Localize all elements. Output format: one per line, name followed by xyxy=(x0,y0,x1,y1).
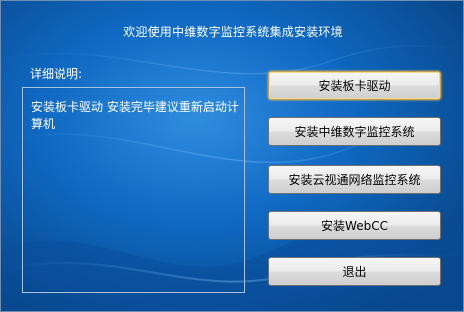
install-webcc-button[interactable]: 安装WebCC xyxy=(268,211,441,240)
details-label: 详细说明: xyxy=(30,67,83,81)
install-yunshitong-button[interactable]: 安装云视通网络监控系统 xyxy=(268,165,441,194)
install-zhongwei-button[interactable]: 安装中维数字监控系统 xyxy=(268,117,441,146)
installer-window: 欢迎使用中维数字监控系统集成安装环境 详细说明: 安装板卡驱动 安装完毕建议重新… xyxy=(0,0,464,312)
window-title: 欢迎使用中维数字监控系统集成安装环境 xyxy=(123,25,343,39)
install-card-driver-button[interactable]: 安装板卡驱动 xyxy=(268,71,441,100)
exit-button[interactable]: 退出 xyxy=(268,257,441,286)
details-text: 安装板卡驱动 安装完毕建议重新启动计算机 xyxy=(31,100,239,131)
details-panel: 安装板卡驱动 安装完毕建议重新启动计算机 xyxy=(22,87,245,293)
